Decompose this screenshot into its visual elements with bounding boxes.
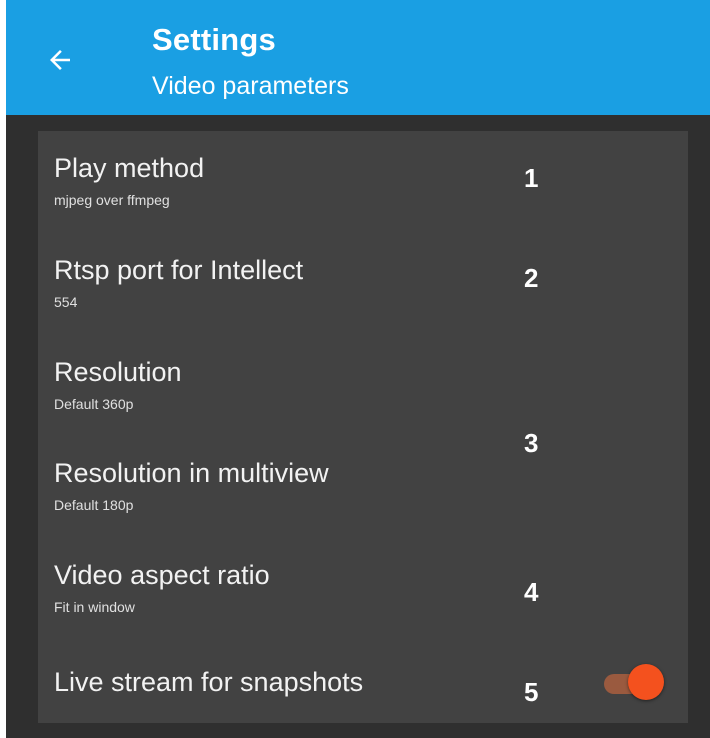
pref-summary: 554 (54, 294, 78, 310)
pref-summary: Default 180p (54, 497, 134, 513)
annotation-marker: 3 (524, 428, 539, 458)
pref-rtsp-port[interactable]: Rtsp port for Intellect 554 (54, 255, 654, 310)
annotation-marker: 5 (524, 677, 539, 707)
video-parameters-list: Play method mjpeg over ffmpeg Rtsp port … (38, 131, 688, 723)
pref-title: Resolution in multiview (54, 458, 329, 488)
toggle-thumb (628, 664, 664, 700)
page-subtitle: Video parameters (152, 72, 349, 100)
pref-summary: Default 360p (54, 396, 134, 412)
annotation-marker: 2 (524, 263, 539, 293)
app-bar: Settings Video parameters (6, 0, 710, 115)
pref-title: Play method (54, 153, 205, 183)
back-button[interactable] (36, 36, 84, 84)
pref-title: Rtsp port for Intellect (54, 255, 304, 285)
pref-live-stream-snapshots[interactable]: Live stream for snapshots (54, 667, 654, 698)
page-title: Settings (152, 22, 276, 57)
pref-title: Resolution (54, 357, 182, 387)
pref-play-method[interactable]: Play method mjpeg over ffmpeg (54, 153, 654, 208)
pref-resolution-multiview[interactable]: Resolution in multiview Default 180p (54, 458, 654, 513)
settings-screen: Settings Video parameters Play method mj… (6, 0, 710, 738)
live-stream-toggle[interactable] (602, 662, 670, 702)
arrow-left-icon (50, 50, 70, 70)
annotation-marker: 1 (524, 163, 539, 193)
pref-title: Video aspect ratio (54, 560, 270, 590)
pref-summary: mjpeg over ffmpeg (54, 192, 170, 208)
pref-summary: Fit in window (54, 599, 135, 615)
pref-title: Live stream for snapshots (54, 667, 364, 697)
annotation-marker: 4 (524, 577, 539, 607)
pref-resolution[interactable]: Resolution Default 360p (54, 357, 654, 412)
pref-video-aspect-ratio[interactable]: Video aspect ratio Fit in window (54, 560, 654, 615)
